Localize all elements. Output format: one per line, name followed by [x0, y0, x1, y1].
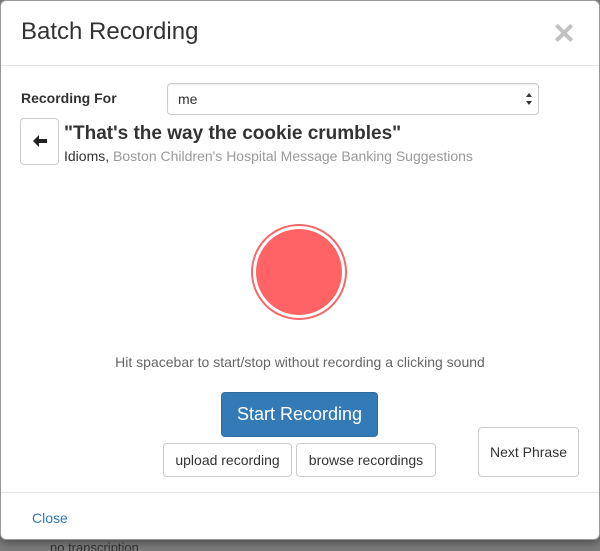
- phrase-source: Boston Children's Hospital Message Banki…: [113, 148, 473, 164]
- close-icon[interactable]: ×: [549, 15, 579, 51]
- recording-for-select[interactable]: me: [167, 83, 539, 115]
- record-indicator-icon: [256, 229, 342, 315]
- arrow-left-icon: [33, 135, 47, 147]
- recording-for-value: me: [178, 91, 198, 107]
- select-arrows-icon: [526, 93, 532, 105]
- phrase-text: "That's the way the cookie crumbles": [64, 123, 402, 144]
- recording-for-label: Recording For: [21, 90, 117, 106]
- modal-title: Batch Recording: [21, 18, 199, 45]
- batch-recording-modal: Batch Recording × Recording For me "That…: [0, 0, 600, 540]
- upload-recording-button[interactable]: upload recording: [163, 443, 292, 477]
- modal-header: Batch Recording ×: [1, 1, 599, 66]
- previous-phrase-button[interactable]: [20, 118, 59, 165]
- spacebar-hint: Hit spacebar to start/stop without recor…: [115, 354, 485, 370]
- phrase-category: Idioms,: [64, 148, 110, 164]
- modal-footer: Close: [1, 492, 599, 539]
- start-recording-button[interactable]: Start Recording: [221, 392, 378, 437]
- browse-recordings-button[interactable]: browse recordings: [296, 443, 436, 477]
- record-button[interactable]: [251, 224, 347, 320]
- phrase-tags: Idioms, Boston Children's Hospital Messa…: [64, 148, 473, 164]
- close-link[interactable]: Close: [32, 510, 68, 526]
- backdrop-transcription-text: no transcription: [50, 540, 139, 551]
- next-phrase-button[interactable]: Next Phrase: [478, 427, 579, 477]
